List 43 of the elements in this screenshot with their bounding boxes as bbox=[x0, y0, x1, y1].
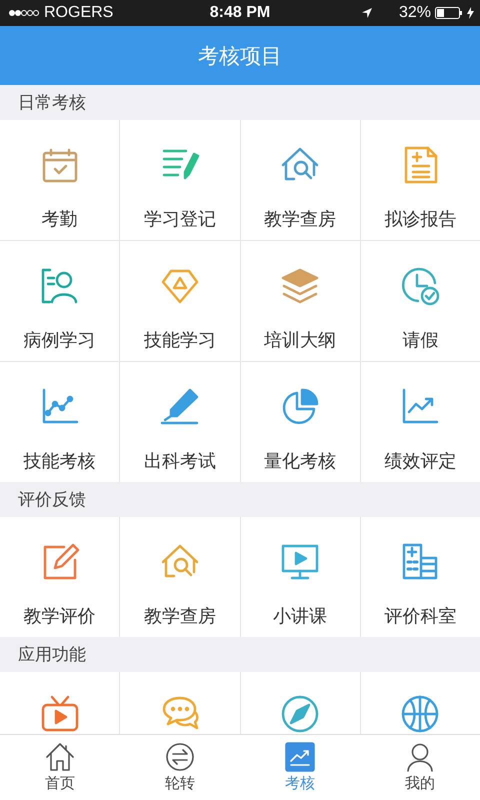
battery-percent: 32% bbox=[398, 4, 431, 22]
chart-icon bbox=[285, 742, 315, 772]
tab[interactable]: 首页 bbox=[0, 735, 120, 800]
carrier-name: ROGERS bbox=[44, 4, 114, 22]
menu-tile[interactable]: 请假 bbox=[360, 241, 480, 361]
page-title: 考核项目 bbox=[198, 42, 282, 70]
location-icon bbox=[360, 7, 373, 19]
clock-time: 8:48 PM bbox=[210, 4, 270, 22]
menu-tile[interactable]: 评价科室 bbox=[360, 517, 480, 637]
menu-tile[interactable]: 考勤 bbox=[0, 120, 120, 240]
menu-tile[interactable]: 量化考核 bbox=[240, 362, 360, 482]
menu-tile[interactable]: 小讲课 bbox=[240, 517, 360, 637]
menu-tile[interactable]: 绩效评定 bbox=[360, 362, 480, 482]
menu-tile[interactable]: 教学查房 bbox=[120, 517, 240, 637]
menu-tile[interactable]: 学习登记 bbox=[120, 120, 240, 240]
swap-arrows-icon bbox=[165, 742, 195, 772]
ball-icon bbox=[400, 694, 440, 734]
menu-tile[interactable]: 拟诊报告 bbox=[360, 120, 480, 240]
battery-icon bbox=[435, 7, 463, 19]
charging-icon bbox=[467, 7, 474, 19]
monitor-play-icon bbox=[280, 542, 320, 582]
section-title: 评价反馈 bbox=[18, 489, 86, 511]
house-icon bbox=[45, 742, 75, 772]
menu-tile[interactable]: 教学评价 bbox=[0, 517, 120, 637]
marker-pen-icon bbox=[160, 387, 200, 427]
pie-chart-icon bbox=[280, 387, 320, 427]
clock-check-icon bbox=[400, 266, 440, 306]
menu-tile[interactable]: 出科考试 bbox=[120, 362, 240, 482]
menu-tile[interactable]: 技能学习 bbox=[120, 241, 240, 361]
section-title: 日常考核 bbox=[18, 92, 86, 114]
compass-icon bbox=[280, 694, 320, 734]
menu-tile[interactable]: 病例学习 bbox=[0, 241, 120, 361]
signal-icon bbox=[8, 9, 40, 17]
person-icon bbox=[405, 742, 435, 772]
menu-tile[interactable]: 培训大纲 bbox=[240, 241, 360, 361]
tab[interactable]: 轮转 bbox=[120, 735, 240, 800]
menu-tile[interactable]: 技能考核 bbox=[0, 362, 120, 482]
menu-tile[interactable]: 教学查房 bbox=[240, 120, 360, 240]
profile-card-icon bbox=[40, 266, 80, 306]
section-title: 应用功能 bbox=[18, 644, 86, 666]
tv-icon bbox=[40, 694, 80, 734]
tab[interactable]: 我的 bbox=[360, 735, 480, 800]
layers-icon bbox=[280, 266, 320, 306]
